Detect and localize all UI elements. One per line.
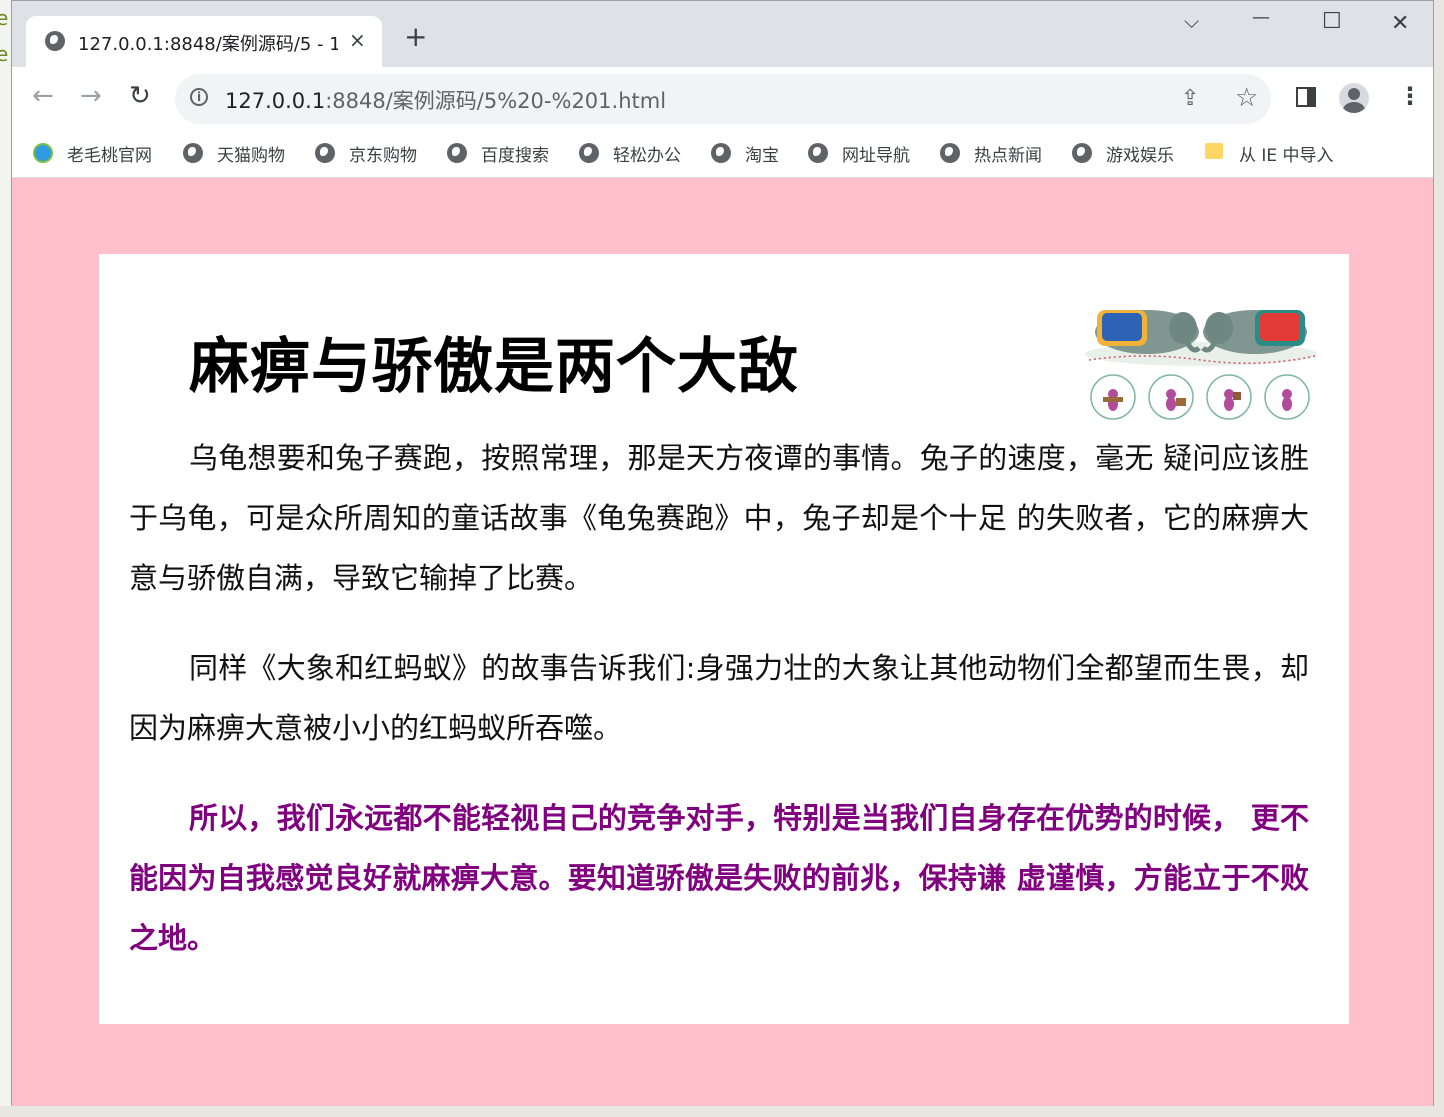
bookmark-baidu[interactable]: 百度搜索 bbox=[447, 140, 549, 166]
desktop-edge-bottom bbox=[0, 1106, 1444, 1117]
active-tab[interactable]: 127.0.0.1:8848/案例源码/5 - 1. × bbox=[26, 16, 382, 67]
bookmark-jd[interactable]: 京东购物 bbox=[315, 140, 417, 166]
bookmark-taobao[interactable]: 淘宝 bbox=[711, 140, 779, 166]
paragraph-2: 同样《大象和红蚂蚁》的故事告诉我们:身强力壮的大象让其他动物们全都望而生畏，却因… bbox=[129, 651, 1309, 745]
bookmark-ie-import[interactable]: 从 IE 中导入 bbox=[1205, 140, 1334, 166]
reload-button[interactable]: ↻ bbox=[129, 83, 151, 109]
article-card: 麻痹与骄傲是两个大敌 乌龟想要和兔子赛跑，按照常理，那是天方夜谭的事情。兔子的速… bbox=[99, 254, 1349, 1024]
globe-icon bbox=[711, 143, 731, 163]
bookmark-news[interactable]: 热点新闻 bbox=[940, 140, 1042, 166]
globe-icon bbox=[183, 143, 203, 163]
toolbar: ← → ↻ i 127.0.0.1:8848/案例源码/5%20-%201.ht… bbox=[12, 67, 1433, 129]
share-icon[interactable]: ⇪ bbox=[1181, 86, 1199, 111]
back-button[interactable]: ← bbox=[32, 83, 54, 109]
bookmark-nav[interactable]: 网址导航 bbox=[808, 140, 910, 166]
paragraph-3-highlight: 所以，我们永远都不能轻视自己的竞争对手，特别是当我们自身存在优势的时候， 更不能… bbox=[129, 801, 1309, 955]
bookmark-games[interactable]: 游戏娱乐 bbox=[1072, 140, 1174, 166]
bookmark-star-icon[interactable]: ☆ bbox=[1235, 83, 1258, 113]
globe-icon bbox=[940, 143, 960, 163]
more-menu-icon[interactable]: ⋮ bbox=[1398, 81, 1422, 111]
url-text[interactable]: 127.0.0.1:8848/案例源码/5%20-%201.html bbox=[225, 85, 666, 115]
bookmark-laomaotao[interactable]: 老毛桃官网 bbox=[33, 140, 152, 166]
desktop-edge-right bbox=[1434, 0, 1444, 1117]
site-info-icon[interactable]: i bbox=[190, 88, 208, 106]
browser-window: 127.0.0.1:8848/案例源码/5 - 1. × + ⌵ — ☐ ✕ ←… bbox=[11, 0, 1434, 1106]
globe-icon bbox=[45, 31, 65, 55]
bookmark-office[interactable]: 轻松办公 bbox=[579, 140, 681, 166]
side-panel-icon[interactable] bbox=[1296, 87, 1316, 107]
page-viewport: 麻痹与骄傲是两个大敌 乌龟想要和兔子赛跑，按照常理，那是天方夜谭的事情。兔子的速… bbox=[12, 178, 1433, 1106]
maximize-button[interactable]: ☐ bbox=[1322, 9, 1342, 34]
address-bar[interactable]: i 127.0.0.1:8848/案例源码/5%20-%201.html ⇪ ☆ bbox=[175, 74, 1271, 124]
tab-close-icon[interactable]: × bbox=[349, 28, 366, 52]
folder-icon bbox=[1205, 143, 1225, 163]
globe-icon bbox=[447, 143, 467, 163]
tab-title: 127.0.0.1:8848/案例源码/5 - 1. bbox=[78, 34, 338, 55]
globe-icon bbox=[315, 143, 335, 163]
minimize-button[interactable]: — bbox=[1252, 7, 1270, 28]
elephants-and-ants-illustration bbox=[1085, 310, 1317, 420]
tab-search-icon[interactable]: ⌵ bbox=[1184, 9, 1199, 33]
close-window-button[interactable]: ✕ bbox=[1391, 11, 1409, 36]
bookmark-tmall[interactable]: 天猫购物 bbox=[183, 140, 285, 166]
background-window-edge: ee bbox=[0, 0, 11, 1117]
laomaotao-icon bbox=[33, 143, 53, 163]
bookmarks-bar: 老毛桃官网 天猫购物 京东购物 百度搜索 轻松办公 淘宝 网址导航 热点新闻 游… bbox=[12, 129, 1433, 178]
paragraph-1: 乌龟想要和兔子赛跑，按照常理，那是天方夜谭的事情。兔子的速度，毫无 疑问应该胜于… bbox=[129, 441, 1309, 595]
globe-icon bbox=[808, 143, 828, 163]
tab-strip: 127.0.0.1:8848/案例源码/5 - 1. × + ⌵ — ☐ ✕ bbox=[12, 1, 1433, 67]
profile-avatar[interactable] bbox=[1339, 83, 1369, 113]
globe-icon bbox=[579, 143, 599, 163]
page-title: 麻痹与骄傲是两个大敌 bbox=[189, 332, 799, 402]
globe-icon bbox=[1072, 143, 1092, 163]
new-tab-button[interactable]: + bbox=[404, 23, 427, 51]
forward-button[interactable]: → bbox=[80, 83, 102, 109]
